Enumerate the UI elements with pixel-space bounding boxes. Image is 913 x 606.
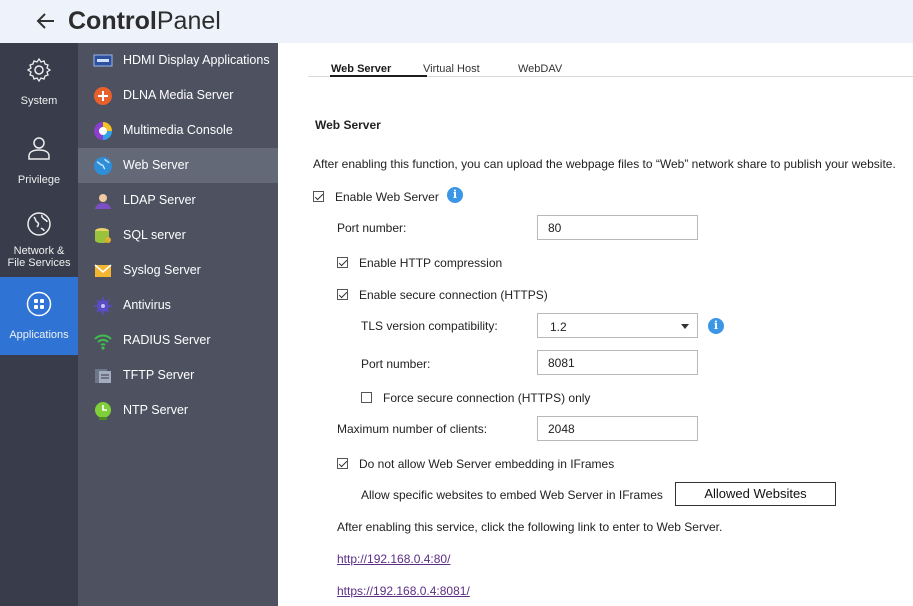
sublist-label: RADIUS Server: [123, 333, 211, 347]
chevron-down-icon: [681, 324, 689, 329]
sublist-item-ldap[interactable]: LDAP Server: [78, 183, 278, 218]
enable-web-server-checkbox[interactable]: [313, 191, 324, 202]
info-icon[interactable]: i: [708, 318, 724, 334]
applications-list: HDMI Display Applications DLNA Media Ser…: [78, 43, 278, 606]
nav-label-network-1: Network &: [13, 245, 65, 257]
port-number-label: Port number:: [337, 221, 407, 235]
tab-web-server[interactable]: Web Server: [331, 63, 391, 75]
grid-icon: [26, 291, 52, 317]
tls-label: TLS version compatibility:: [361, 319, 498, 333]
multimedia-icon: [94, 122, 112, 140]
https-port-label: Port number:: [361, 357, 431, 371]
sublist-item-multimedia[interactable]: Multimedia Console: [78, 113, 278, 148]
section-title: Web Server: [315, 118, 381, 132]
nav-label-applications: Applications: [9, 329, 69, 341]
sublist-item-antivirus[interactable]: Antivirus: [78, 288, 278, 323]
sublist-label: DLNA Media Server: [123, 88, 234, 102]
globe-icon: [27, 212, 51, 236]
https-port-input[interactable]: [537, 350, 698, 375]
back-arrow-icon[interactable]: [34, 9, 58, 33]
tls-version-select[interactable]: 1.2: [537, 313, 698, 338]
https-link[interactable]: https://192.168.0.4:8081/: [337, 584, 470, 598]
force-https-checkbox[interactable]: [361, 392, 372, 403]
app-title-bold: Control: [68, 7, 157, 35]
tls-version-value: 1.2: [550, 320, 567, 334]
http-compression-checkbox[interactable]: [337, 257, 348, 268]
radius-icon: [94, 334, 112, 350]
link-note: After enabling this service, click the f…: [337, 520, 723, 534]
enable-web-server-label: Enable Web Server: [335, 190, 439, 204]
nav-label-privilege: Privilege: [17, 174, 61, 186]
no-iframes-label: Do not allow Web Server embedding in IFr…: [359, 457, 615, 471]
database-icon: [95, 228, 111, 243]
nav-label-network-2: File Services: [7, 257, 71, 269]
force-https-label: Force secure connection (HTTPS) only: [383, 391, 591, 405]
sublist-label: HDMI Display Applications: [123, 53, 270, 67]
tab-virtual-host[interactable]: Virtual Host: [423, 63, 480, 75]
info-icon[interactable]: i: [447, 187, 463, 203]
secure-connection-label: Enable secure connection (HTTPS): [359, 288, 548, 302]
sublist-label: TFTP Server: [123, 368, 195, 382]
http-compression-label: Enable HTTP compression: [359, 256, 503, 270]
tab-bar: Web Server Virtual Host WebDAV: [308, 55, 913, 77]
nav-item-privilege[interactable]: Privilege: [0, 121, 78, 199]
sublist-item-dlna[interactable]: DLNA Media Server: [78, 78, 278, 113]
left-nav: System Privilege Network & File Services…: [0, 43, 78, 606]
hdmi-icon: [93, 54, 113, 67]
sublist-item-sql[interactable]: SQL server: [78, 218, 278, 253]
app-title: ControlPanel: [68, 5, 221, 37]
web-server-settings: Web Server After enabling this function,…: [278, 78, 913, 606]
gear-icon: [26, 57, 52, 83]
http-link[interactable]: http://192.168.0.4:80/: [337, 552, 450, 566]
allowed-websites-button[interactable]: Allowed Websites: [675, 482, 836, 506]
sublist-label: Antivirus: [123, 298, 171, 312]
nav-item-applications[interactable]: Applications: [0, 277, 78, 355]
antivirus-icon: [94, 297, 112, 315]
allow-sites-label: Allow specific websites to embed Web Ser…: [361, 488, 663, 502]
secure-connection-checkbox[interactable]: [337, 289, 348, 300]
max-clients-label: Maximum number of clients:: [337, 422, 488, 436]
sublist-label: Web Server: [123, 158, 189, 172]
sublist-item-tftp[interactable]: TFTP Server: [78, 358, 278, 393]
max-clients-input[interactable]: [537, 416, 698, 441]
sublist-label: LDAP Server: [123, 193, 196, 207]
dlna-icon: [94, 87, 112, 105]
tftp-icon: [95, 369, 111, 383]
nav-label-system: System: [20, 95, 58, 107]
sublist-item-syslog[interactable]: Syslog Server: [78, 253, 278, 288]
ldap-icon: [95, 194, 111, 209]
syslog-icon: [94, 264, 112, 277]
sublist-item-hdmi[interactable]: HDMI Display Applications: [78, 43, 278, 78]
app-header: ControlPanel: [0, 0, 913, 43]
description-text: After enabling this function, you can up…: [313, 157, 896, 171]
app-title-light: Panel: [156, 7, 221, 35]
sublist-label: Multimedia Console: [123, 123, 233, 137]
no-iframes-checkbox[interactable]: [337, 458, 348, 469]
sublist-label: SQL server: [123, 228, 186, 242]
nav-item-system[interactable]: System: [0, 43, 78, 121]
active-tab-indicator: [330, 75, 427, 77]
web-globe-icon: [94, 157, 112, 175]
ntp-clock-icon: [95, 402, 111, 420]
sublist-item-web-server[interactable]: Web Server: [78, 148, 278, 183]
port-number-input[interactable]: [537, 215, 698, 240]
nav-item-network[interactable]: Network & File Services: [0, 199, 78, 277]
sublist-item-radius[interactable]: RADIUS Server: [78, 323, 278, 358]
sublist-label: NTP Server: [123, 403, 189, 417]
sublist-label: Syslog Server: [123, 263, 201, 277]
sublist-item-ntp[interactable]: NTP Server: [78, 393, 278, 428]
user-icon: [28, 137, 50, 160]
tab-webdav[interactable]: WebDAV: [518, 63, 562, 75]
